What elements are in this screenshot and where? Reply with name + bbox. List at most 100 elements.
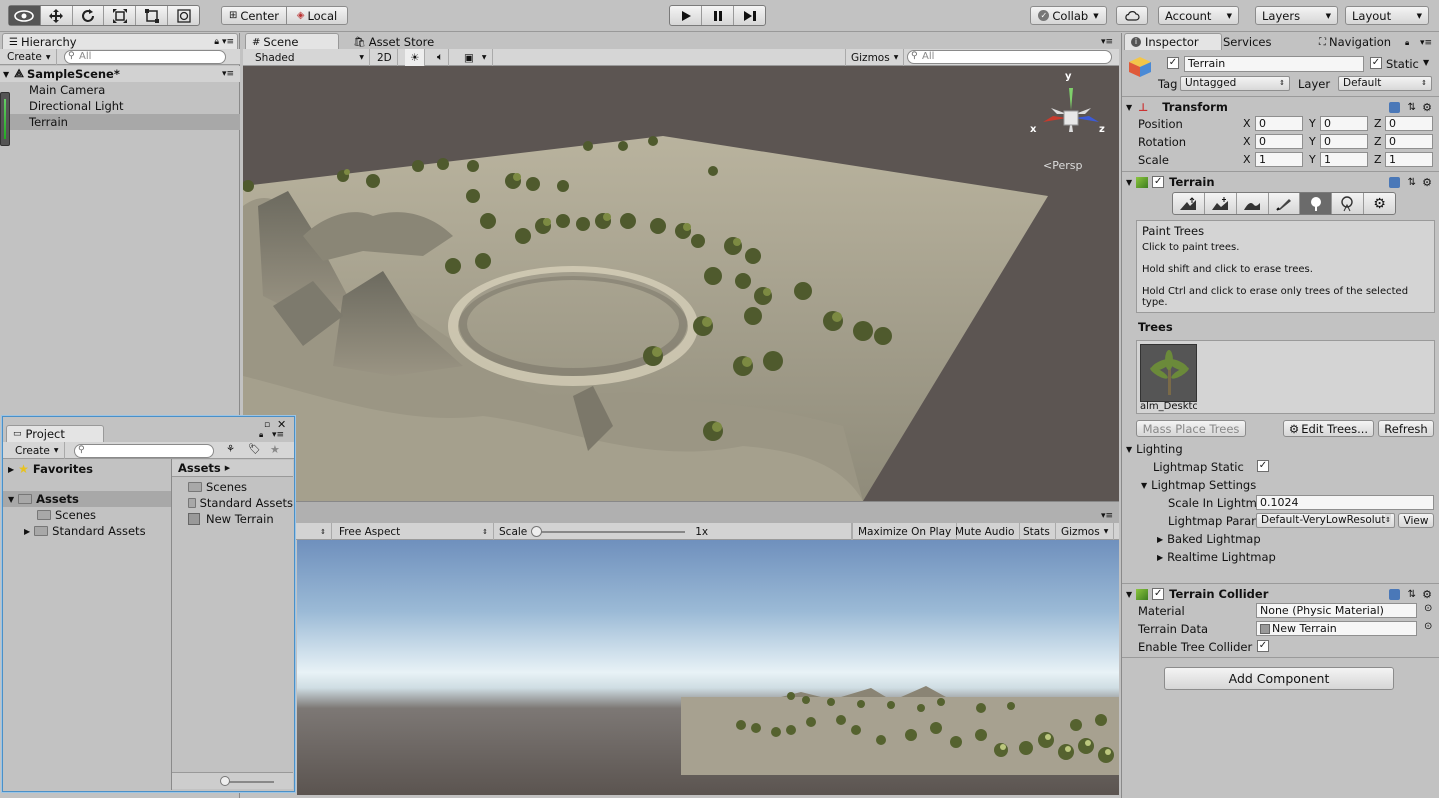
preset-icon[interactable]: ⇅ — [1408, 589, 1416, 600]
layer-dropdown[interactable]: Default ⇕ — [1338, 76, 1432, 91]
hierarchy-item-selected[interactable]: Terrain — [0, 114, 240, 130]
static-checkbox[interactable]: ✓ — [1370, 57, 1382, 69]
mass-place-trees-button[interactable]: Mass Place Trees — [1136, 420, 1246, 437]
paint-height-tool-icon[interactable] — [1205, 193, 1237, 214]
scale-slider[interactable] — [531, 525, 686, 537]
panel-menu-icon[interactable]: ▾≡ — [1420, 38, 1432, 48]
favorites-row[interactable]: ▶ ★ Favorites — [8, 461, 93, 477]
terrain-settings-gear-icon[interactable]: ⚙ — [1364, 193, 1395, 214]
object-name-field[interactable]: Terrain — [1184, 56, 1364, 72]
expand-arrow-icon[interactable]: ▶ — [24, 527, 30, 536]
help-book-icon[interactable] — [1389, 588, 1400, 600]
lightmap-settings-foldout[interactable]: ▼ Lightmap Settings — [1141, 477, 1256, 493]
hierarchy-search-input[interactable]: ⚲ All — [64, 50, 226, 64]
expand-arrow-icon[interactable]: ▶ — [1157, 553, 1163, 562]
scene-root-row[interactable]: ▼ ⟁ SampleScene* ▾≡ — [0, 66, 240, 82]
panel-menu-icon[interactable]: ▾≡ — [1101, 37, 1113, 47]
place-trees-tool-icon[interactable] — [1300, 193, 1333, 214]
transform-combined-tool-icon[interactable] — [168, 6, 199, 25]
lighting-toggle[interactable]: ☀ — [405, 49, 426, 66]
display-dropdown[interactable]: ⇕ — [296, 523, 332, 540]
panel-menu-icon[interactable]: ▾≡ — [1101, 511, 1113, 521]
orientation-gizmo[interactable] — [1031, 74, 1111, 154]
file-item[interactable]: Scenes — [188, 479, 247, 495]
position-y-field[interactable]: 0 — [1320, 116, 1368, 131]
rotation-z-field[interactable]: 0 — [1385, 134, 1433, 149]
position-x-field[interactable]: 0 — [1255, 116, 1303, 131]
tab-project[interactable]: ▭ Project — [6, 425, 104, 442]
step-icon[interactable] — [734, 6, 765, 25]
slider-thumb[interactable] — [220, 776, 230, 786]
panel-menu-icon[interactable]: ▾≡ — [222, 37, 234, 47]
expand-arrow-icon[interactable]: ▼ — [1126, 103, 1132, 112]
favorite-star-icon[interactable]: ★ — [270, 443, 280, 456]
terrain-data-field[interactable]: New Terrain — [1256, 621, 1417, 636]
toggle-2d-button[interactable]: 2D — [372, 49, 398, 66]
refresh-button[interactable]: Refresh — [1378, 420, 1434, 437]
lock-icon[interactable]: 🔒︎ — [214, 37, 219, 47]
scale-y-field[interactable]: 1 — [1320, 152, 1368, 167]
paint-texture-tool-icon[interactable] — [1269, 193, 1301, 214]
scene-menu-icon[interactable]: ▾≡ — [222, 69, 234, 79]
collider-enabled-checkbox[interactable]: ✓ — [1152, 588, 1165, 600]
tag-dropdown[interactable]: Untagged ⇕ — [1180, 76, 1290, 91]
gear-icon[interactable]: ⚙ — [1422, 176, 1432, 189]
play-icon[interactable] — [670, 6, 702, 25]
tab-asset-store[interactable]: 🛍︎ Asset Store — [346, 33, 442, 50]
lightmap-static-checkbox[interactable]: ✓ — [1257, 460, 1269, 472]
gear-icon[interactable]: ⚙ — [1422, 101, 1432, 114]
file-item[interactable]: New Terrain — [188, 511, 274, 527]
position-z-field[interactable]: 0 — [1385, 116, 1433, 131]
lighting-foldout[interactable]: ▼ Lighting — [1126, 441, 1183, 457]
cloud-button[interactable] — [1116, 6, 1148, 25]
pause-icon[interactable] — [702, 6, 734, 25]
project-create-button[interactable]: Create ▼ — [10, 442, 65, 459]
preset-icon[interactable]: ⇅ — [1408, 102, 1416, 113]
hierarchy-item[interactable]: Directional Light — [0, 98, 240, 114]
transform-header[interactable]: ▼ ⊥ Transform ⇅ ⚙ — [1126, 98, 1436, 116]
chevron-down-icon[interactable]: ▼ — [1423, 58, 1429, 67]
effects-dropdown[interactable]: ▣ ▼ — [459, 49, 493, 66]
hierarchy-item[interactable]: Main Camera — [0, 82, 240, 98]
scale-z-field[interactable]: 1 — [1385, 152, 1433, 167]
view-button[interactable]: View — [1398, 513, 1434, 528]
tab-hierarchy[interactable]: ☰ Hierarchy 🔒︎ ▾≡ — [2, 33, 238, 50]
rotation-y-field[interactable]: 0 — [1320, 134, 1368, 149]
scene-viewport[interactable]: y x z <Persp — [243, 66, 1119, 501]
filter-type-icon[interactable]: ⚘ — [226, 444, 235, 455]
move-tool-icon[interactable] — [41, 6, 73, 25]
baked-lightmap-foldout[interactable]: ▶ Baked Lightmap — [1157, 531, 1261, 547]
layers-dropdown[interactable]: Layers ▼ — [1255, 6, 1338, 25]
realtime-lightmap-foldout[interactable]: ▶ Realtime Lightmap — [1157, 549, 1276, 565]
object-picker-icon[interactable]: ⊙ — [1424, 621, 1432, 632]
enable-tree-collider-checkbox[interactable]: ✓ — [1257, 640, 1269, 652]
tab-navigation[interactable]: ⛶ Navigation — [1312, 33, 1408, 50]
rotation-x-field[interactable]: 0 — [1255, 134, 1303, 149]
expand-arrow-icon[interactable]: ▼ — [1126, 590, 1132, 599]
filter-label-icon[interactable]: 🏷︎ — [248, 444, 261, 455]
gizmos-dropdown[interactable]: Gizmos ▼ — [845, 49, 905, 66]
material-field[interactable]: None (Physic Material) — [1256, 603, 1417, 618]
slider-thumb[interactable] — [531, 525, 543, 537]
assets-root-row[interactable]: ▼ Assets — [3, 491, 171, 507]
collab-dropdown[interactable]: ✓ Collab ▼ — [1030, 6, 1107, 25]
aspect-dropdown[interactable]: Free Aspect ⇕ — [334, 523, 494, 540]
object-picker-icon[interactable]: ⊙ — [1424, 603, 1432, 614]
tab-scene[interactable]: # Scene — [245, 33, 339, 50]
help-book-icon[interactable] — [1389, 176, 1400, 188]
tree-prototype-thumbnail[interactable] — [1140, 344, 1197, 402]
expand-arrow-icon[interactable]: ▼ — [3, 70, 9, 79]
game-viewport[interactable] — [297, 540, 1119, 795]
add-component-button[interactable]: Add Component — [1164, 667, 1394, 690]
maximize-on-play-button[interactable]: Maximize On Play — [852, 523, 958, 540]
active-checkbox[interactable]: ✓ — [1167, 57, 1179, 69]
panel-menu-icon[interactable]: ▾≡ — [272, 430, 284, 440]
terrain-collider-header[interactable]: ▼ ✓ Terrain Collider ⇅ ⚙ — [1126, 585, 1436, 603]
view-tool-icon[interactable] — [9, 6, 41, 25]
account-dropdown[interactable]: Account ▼ — [1158, 6, 1239, 25]
expand-arrow-icon[interactable]: ▼ — [1126, 178, 1132, 187]
lock-icon[interactable]: 🔒︎ — [1405, 38, 1409, 48]
audio-toggle[interactable]: 🔈︎ — [432, 49, 450, 66]
pivot-center-button[interactable]: ⊞ Center — [221, 6, 287, 25]
assets-breadcrumb[interactable]: Assets ▶ — [172, 460, 293, 477]
